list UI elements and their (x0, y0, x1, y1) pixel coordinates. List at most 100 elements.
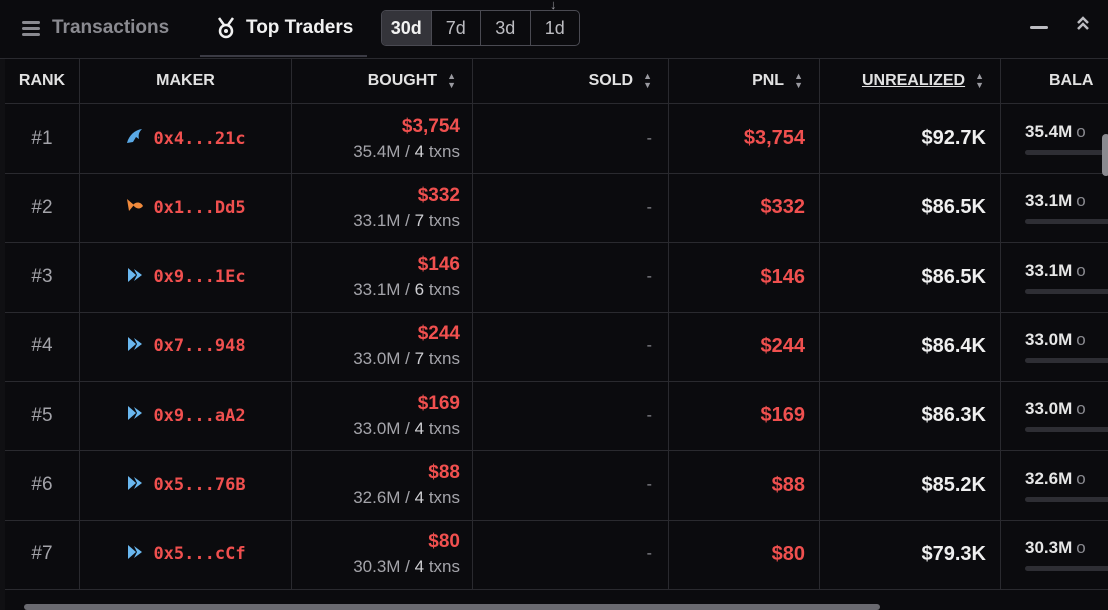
maker-cell: 0x1...Dd5 (80, 173, 292, 243)
sold-value: - (646, 198, 652, 216)
sold-value: - (646, 545, 652, 563)
col-balance-label: BALA (1049, 72, 1094, 89)
pnl-cell: $80 (669, 519, 820, 589)
col-rank-label: RANK (18, 72, 66, 89)
pnl-cell: $169 (669, 381, 820, 451)
balance-bar (1025, 496, 1108, 502)
pnl-value: $169 (760, 404, 806, 427)
table-row[interactable]: #6 0x5...76B $88 32.6M / 4 txns - $88 $85.2K 32… (5, 450, 1108, 521)
bought-detail: 33.1M / 7 txns (353, 210, 460, 230)
col-maker-label: MAKER (156, 72, 215, 89)
pnl-cell: $3,754 (669, 104, 820, 173)
sort-icon: ▲ ▼ (794, 71, 803, 90)
horizontal-scrollbar[interactable] (24, 604, 880, 610)
table-header: RANK MAKER BOUGHT ▲ ▼ SOLD ▲ ▼ PNL ▲ ▼ UNREALI… (5, 59, 1108, 104)
col-sold-label: SOLD (588, 72, 634, 89)
period-1d[interactable]: 1d (531, 11, 580, 45)
rank-cell: #3 (5, 242, 80, 312)
bought-txn-count: 4 (414, 141, 425, 161)
panel-header: Transactions Top Traders 30d 7d 3d 1d ↓ (0, 0, 1108, 59)
vertical-scrollbar[interactable] (1102, 134, 1108, 176)
rank-value: #6 (31, 474, 53, 495)
shrimp-icon (125, 543, 145, 566)
col-unrealized[interactable]: UNREALIZED ▲ ▼ (820, 59, 1001, 103)
pnl-cell: $332 (669, 173, 820, 243)
table-row[interactable]: #5 0x9...aA2 $169 33.0M / 4 txns - $169 $86.3K… (5, 381, 1108, 452)
balance-bar (1025, 219, 1108, 225)
col-pnl[interactable]: PNL ▲ ▼ (669, 59, 820, 103)
tab-top-traders-label: Top Traders (246, 17, 354, 38)
bought-detail: 33.1M / 6 txns (353, 280, 460, 300)
col-unrealized-label: UNREALIZED (861, 72, 966, 89)
maker-address-link[interactable]: 0x5...cCf (153, 544, 245, 564)
bought-usd: $146 (417, 254, 460, 276)
bought-usd: $169 (417, 392, 460, 414)
table-row[interactable]: #3 0x9...1Ec $146 33.1M / 6 txns - $146 $86.5K… (5, 242, 1108, 313)
table-row[interactable]: #7 0x5...cCf $80 30.3M / 4 txns - $80 $79.3K 30… (5, 519, 1108, 590)
col-sold[interactable]: SOLD ▲ ▼ (473, 59, 669, 103)
period-3d[interactable]: 3d (481, 11, 531, 45)
txns-label: txns (428, 557, 460, 577)
bought-detail: 33.0M / 4 txns (353, 418, 460, 438)
rank-cell: #1 (5, 104, 80, 173)
top-traders-table: RANK MAKER BOUGHT ▲ ▼ SOLD ▲ ▼ PNL ▲ ▼ UNREALI… (5, 59, 1108, 610)
rank-cell: #6 (5, 450, 80, 520)
maker-address-link[interactable]: 0x9...1Ec (153, 267, 245, 287)
txns-label: txns (428, 349, 460, 369)
sort-icon: ▲ ▼ (447, 71, 456, 90)
unrealized-cell: $86.5K (820, 242, 1001, 312)
minimize-button[interactable] (1030, 26, 1048, 29)
balance-cell: 33.0M o (1001, 312, 1108, 381)
bought-amount: 33.1M (353, 210, 401, 230)
collapse-button[interactable] (1076, 15, 1090, 34)
balance-amount: 33.0M (1025, 329, 1073, 349)
balance-amount: 33.1M (1025, 260, 1073, 280)
tab-transactions-label: Transactions (52, 17, 170, 38)
bought-amount: 35.4M (353, 141, 401, 161)
balance-of-label: o (1076, 399, 1086, 419)
pnl-value: $332 (760, 196, 806, 219)
balance-of-label: o (1076, 468, 1086, 488)
maker-address-link[interactable]: 0x4...21c (153, 129, 245, 149)
balance-of-label: o (1076, 122, 1086, 141)
balance-of-label: o (1076, 260, 1086, 280)
bought-detail: 35.4M / 4 txns (353, 141, 460, 161)
bought-txn-count: 4 (414, 418, 425, 438)
balance-value: 33.0M o (1025, 330, 1086, 350)
rank-value: #2 (31, 196, 53, 218)
rank-cell: #7 (5, 519, 80, 589)
table-row[interactable]: #2 0x1...Dd5 $332 33.1M / 7 txns - $332 $86.5K… (5, 173, 1108, 244)
sold-cell: - (473, 519, 669, 589)
balance-bar (1025, 288, 1108, 294)
col-bought[interactable]: BOUGHT ▲ ▼ (292, 59, 473, 103)
tab-transactions[interactable]: Transactions (22, 0, 169, 56)
table-row[interactable]: #1 0x4...21c $3,754 35.4M / 4 txns - $3,754 $9… (5, 104, 1108, 174)
balance-cell: 35.4M o (1001, 104, 1108, 173)
sort-icon: ▲ ▼ (643, 71, 652, 90)
shrimp-icon (125, 266, 145, 289)
balance-value: 33.0M o (1025, 399, 1086, 419)
maker-address-link[interactable]: 0x5...76B (153, 475, 245, 495)
col-balance[interactable]: BALA (1001, 59, 1108, 103)
period-7d[interactable]: 7d (432, 11, 481, 45)
balance-bar (1025, 565, 1108, 571)
period-30d[interactable]: 30d (382, 11, 432, 45)
unrealized-value: $79.3K (921, 542, 987, 565)
txns-label: txns (428, 141, 460, 161)
shrimp-icon (125, 474, 145, 497)
rank-value: #3 (31, 266, 53, 288)
table-row[interactable]: #4 0x7...948 $244 33.0M / 7 txns - $244 $86.4K… (5, 311, 1108, 382)
maker-address-link[interactable]: 0x9...aA2 (153, 406, 245, 426)
balance-of-label: o (1076, 537, 1086, 557)
rank-value: #4 (31, 335, 53, 357)
maker-address-link[interactable]: 0x7...948 (153, 336, 245, 356)
tab-top-traders[interactable]: Top Traders (199, 0, 368, 57)
bought-txn-count: 4 (414, 557, 425, 577)
unrealized-cell: $86.4K (820, 311, 1001, 381)
balance-of-label: o (1076, 329, 1086, 349)
maker-address-link[interactable]: 0x1...Dd5 (153, 198, 245, 218)
sold-cell: - (473, 173, 669, 243)
sold-cell: - (473, 381, 669, 451)
pnl-cell: $88 (669, 450, 820, 520)
sold-value: - (646, 476, 652, 493)
